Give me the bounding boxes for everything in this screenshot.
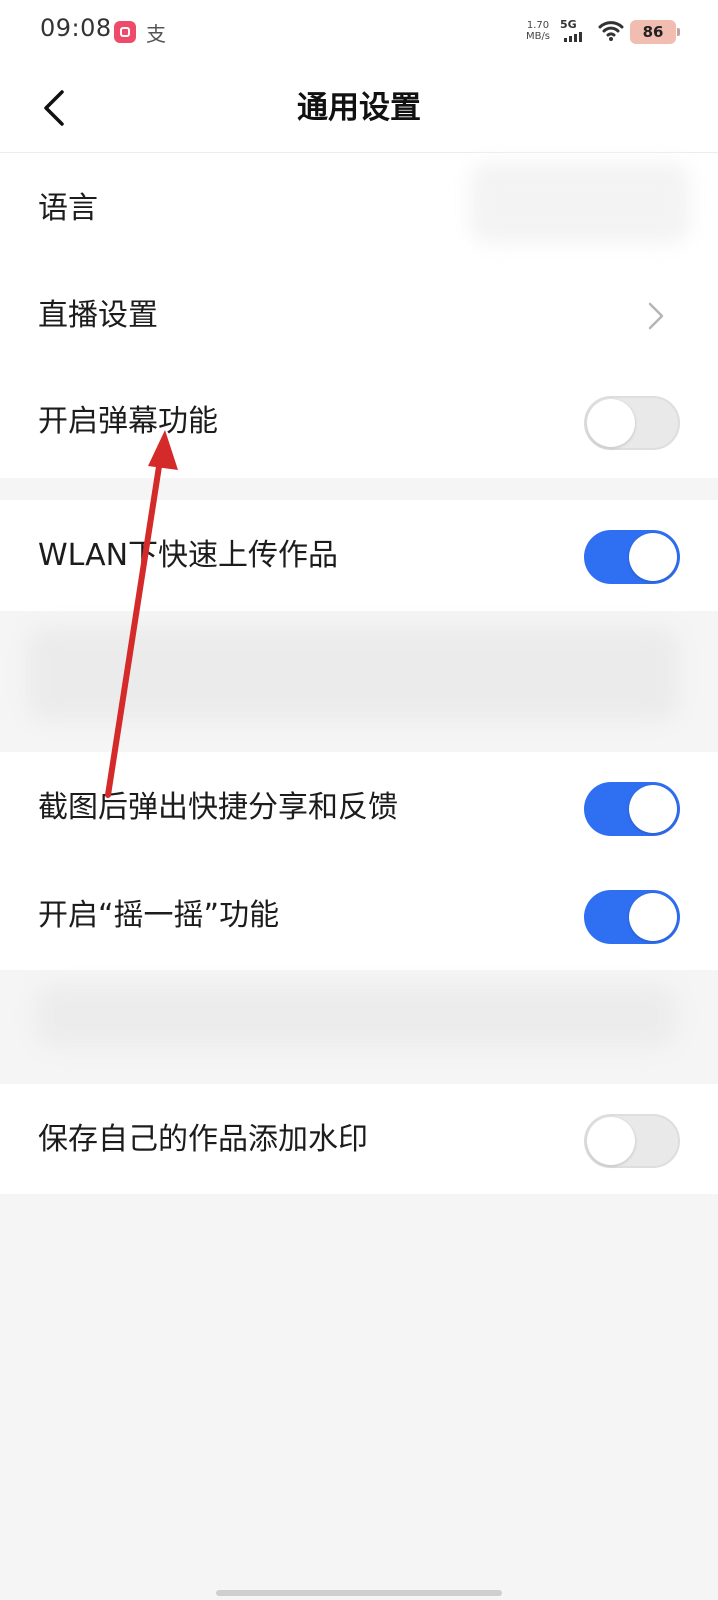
language-row[interactable]: 语言 xyxy=(0,153,718,265)
shake-label: 开启“摇一摇”功能 xyxy=(38,898,280,933)
toggle-knob xyxy=(629,533,677,581)
live-settings-row[interactable]: 直播设置 xyxy=(0,260,718,372)
network-speed-value: 1.70 xyxy=(526,20,550,31)
wlan-upload-row: WLAN下快速上传作品 xyxy=(0,500,718,612)
redacted-hint xyxy=(36,985,676,1047)
settings-section-interaction: 截图后弹出快捷分享和反馈 开启“摇一摇”功能 xyxy=(0,752,718,970)
signal-icon: 5G xyxy=(560,18,590,44)
toggle-knob xyxy=(629,893,677,941)
network-type: 5G xyxy=(560,18,577,31)
screenshot-share-label: 截图后弹出快捷分享和反馈 xyxy=(38,790,398,825)
screenshot-share-toggle[interactable] xyxy=(584,782,680,836)
network-speed: 1.70 MB/s xyxy=(522,20,554,42)
home-indicator[interactable] xyxy=(216,1590,502,1596)
redacted-area xyxy=(28,628,678,720)
toggle-knob xyxy=(587,399,635,447)
page-title: 通用设置 xyxy=(297,90,421,126)
status-bar: 09:08 支 1.70 MB/s 5G 86 xyxy=(0,0,718,64)
watermark-row: 保存自己的作品添加水印 xyxy=(0,1084,718,1196)
danmaku-row: 开启弹幕功能 xyxy=(0,366,718,478)
toggle-knob xyxy=(629,785,677,833)
live-settings-label: 直播设置 xyxy=(38,298,158,333)
network-speed-unit: MB/s xyxy=(525,31,551,42)
signal-bars xyxy=(564,32,582,42)
app-notification-icon xyxy=(114,21,136,43)
battery-icon: 86 xyxy=(630,20,680,44)
redacted-value xyxy=(470,163,690,243)
header-bar: 通用设置 xyxy=(0,64,718,153)
danmaku-toggle[interactable] xyxy=(584,396,680,450)
status-time: 09:08 xyxy=(40,14,112,42)
wlan-upload-toggle[interactable] xyxy=(584,530,680,584)
language-label: 语言 xyxy=(38,191,98,226)
settings-section-watermark: 保存自己的作品添加水印 xyxy=(0,1084,718,1194)
danmaku-label: 开启弹幕功能 xyxy=(38,404,218,439)
watermark-toggle[interactable] xyxy=(584,1114,680,1168)
battery-level: 86 xyxy=(642,23,664,41)
chevron-right-icon xyxy=(648,302,664,330)
wlan-upload-label: WLAN下快速上传作品 xyxy=(38,538,339,573)
toggle-knob xyxy=(587,1117,635,1165)
shake-toggle[interactable] xyxy=(584,890,680,944)
settings-section-upload: WLAN下快速上传作品 xyxy=(0,500,718,611)
settings-section-general: 语言 直播设置 开启弹幕功能 xyxy=(0,153,718,478)
wifi-icon xyxy=(598,21,624,41)
screenshot-share-row: 截图后弹出快捷分享和反馈 xyxy=(0,752,718,864)
watermark-label: 保存自己的作品添加水印 xyxy=(38,1122,368,1157)
alipay-icon: 支 xyxy=(146,22,166,46)
shake-row: 开启“摇一摇”功能 xyxy=(0,860,718,972)
